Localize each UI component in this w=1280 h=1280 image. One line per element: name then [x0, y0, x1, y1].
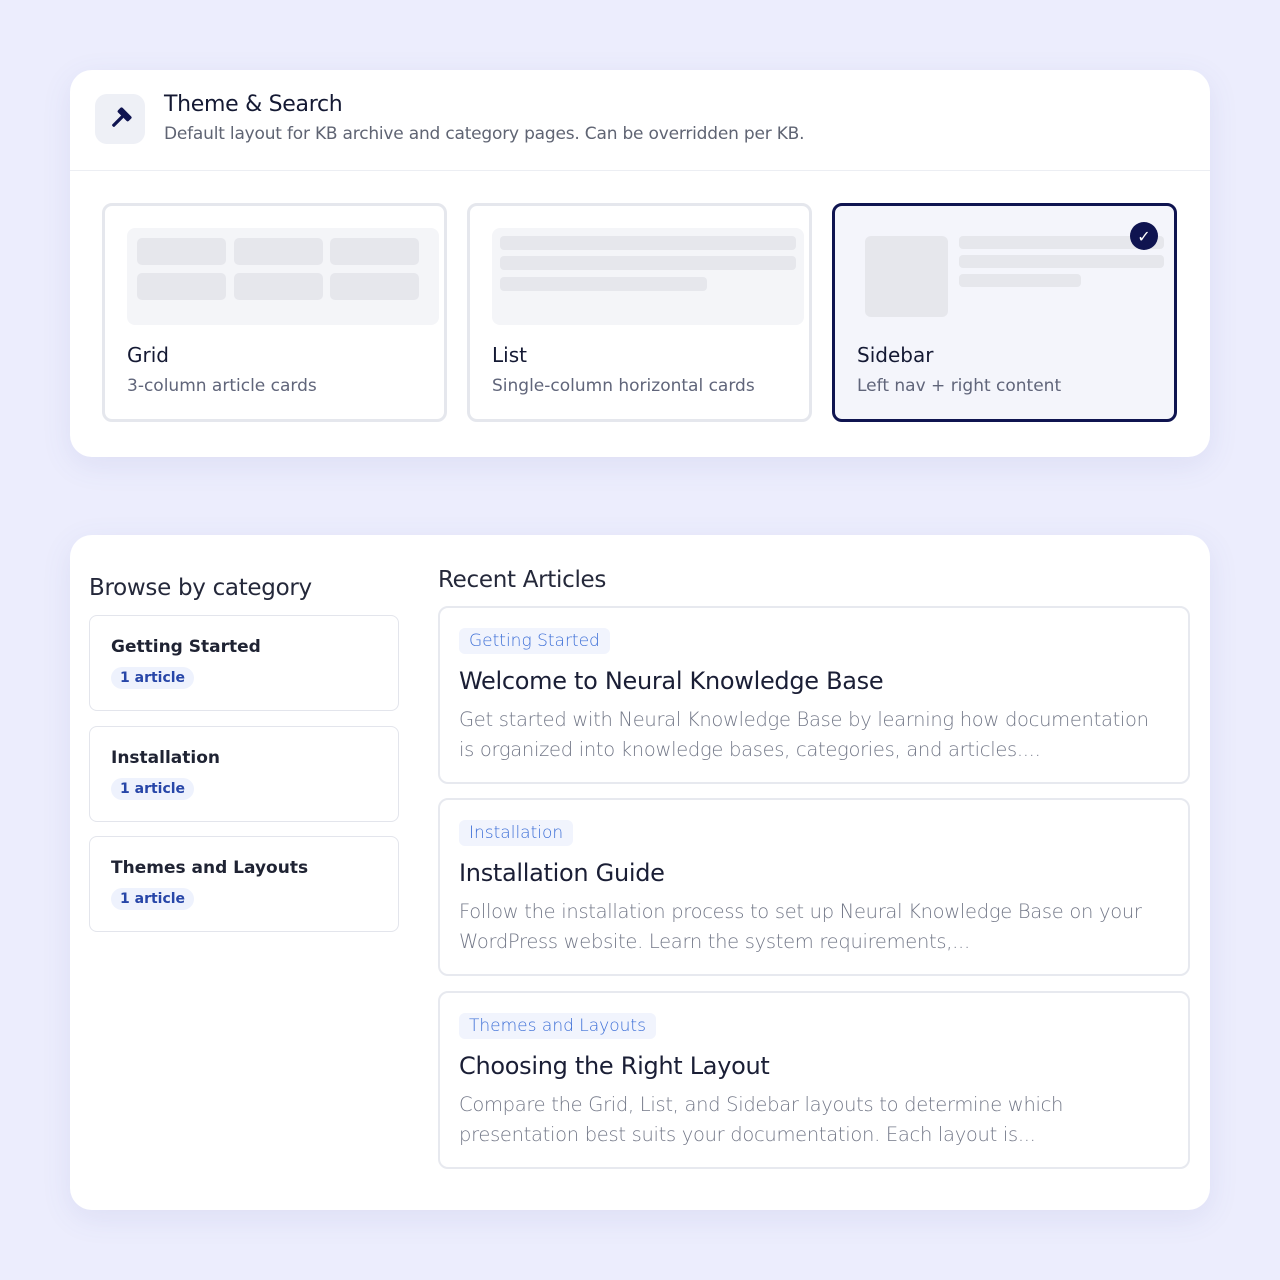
article-count-badge: 1 article [111, 667, 195, 689]
panel-header: Theme & Search Default layout for KB arc… [70, 70, 1210, 171]
article-title[interactable]: Choosing the Right Layout [459, 1052, 770, 1080]
category-card-themes-and-layouts[interactable]: Themes and Layouts 1 article [89, 836, 399, 932]
layout-name: Grid [127, 343, 169, 367]
layout-name: List [492, 343, 527, 367]
article-excerpt: Get started with Neural Knowledge Base b… [459, 708, 1149, 761]
layout-description: 3-column article cards [127, 376, 317, 396]
recent-articles-heading: Recent Articles [438, 567, 607, 593]
article-count-badge: 1 article [111, 888, 195, 910]
article-excerpt: Follow the installation process to set u… [459, 900, 1142, 953]
grid-preview [127, 228, 439, 325]
layout-name: Sidebar [857, 343, 934, 367]
article-excerpt: Compare the Grid, List, and Sidebar layo… [459, 1093, 1064, 1146]
panel-title: Theme & Search [164, 92, 343, 117]
article-category-tag[interactable]: Installation [459, 820, 574, 846]
category-card-getting-started[interactable]: Getting Started 1 article [89, 615, 399, 711]
theme-settings-panel: Theme & Search Default layout for KB arc… [70, 70, 1210, 457]
sidebar-preview [857, 228, 1169, 325]
layout-description: Left nav + right content [857, 376, 1062, 396]
browse-heading: Browse by category [89, 575, 312, 601]
category-name: Getting Started [111, 637, 261, 657]
layout-option-sidebar[interactable]: ✓ Sidebar Left nav + right content [832, 203, 1177, 422]
article-card[interactable]: Getting Started Welcome to Neural Knowle… [438, 606, 1190, 784]
article-count-badge: 1 article [111, 778, 195, 800]
panel-subtitle: Default layout for KB archive and catego… [164, 124, 805, 144]
article-title[interactable]: Installation Guide [459, 859, 665, 887]
kb-preview-panel: Browse by category Getting Started 1 art… [70, 535, 1210, 1210]
category-name: Installation [111, 748, 221, 768]
layout-option-list[interactable]: List Single-column horizontal cards [467, 203, 812, 422]
hammer-icon [95, 94, 145, 144]
article-title[interactable]: Welcome to Neural Knowledge Base [459, 667, 884, 695]
article-category-tag[interactable]: Themes and Layouts [459, 1013, 656, 1039]
article-card[interactable]: Installation Installation Guide Follow t… [438, 798, 1190, 976]
category-name: Themes and Layouts [111, 858, 309, 878]
layout-option-grid[interactable]: Grid 3-column article cards [102, 203, 447, 422]
article-card[interactable]: Themes and Layouts Choosing the Right La… [438, 991, 1190, 1169]
check-icon: ✓ [1130, 222, 1158, 250]
category-card-installation[interactable]: Installation 1 article [89, 726, 399, 822]
article-category-tag[interactable]: Getting Started [459, 628, 610, 654]
list-preview [492, 228, 804, 325]
layout-description: Single-column horizontal cards [492, 376, 755, 396]
